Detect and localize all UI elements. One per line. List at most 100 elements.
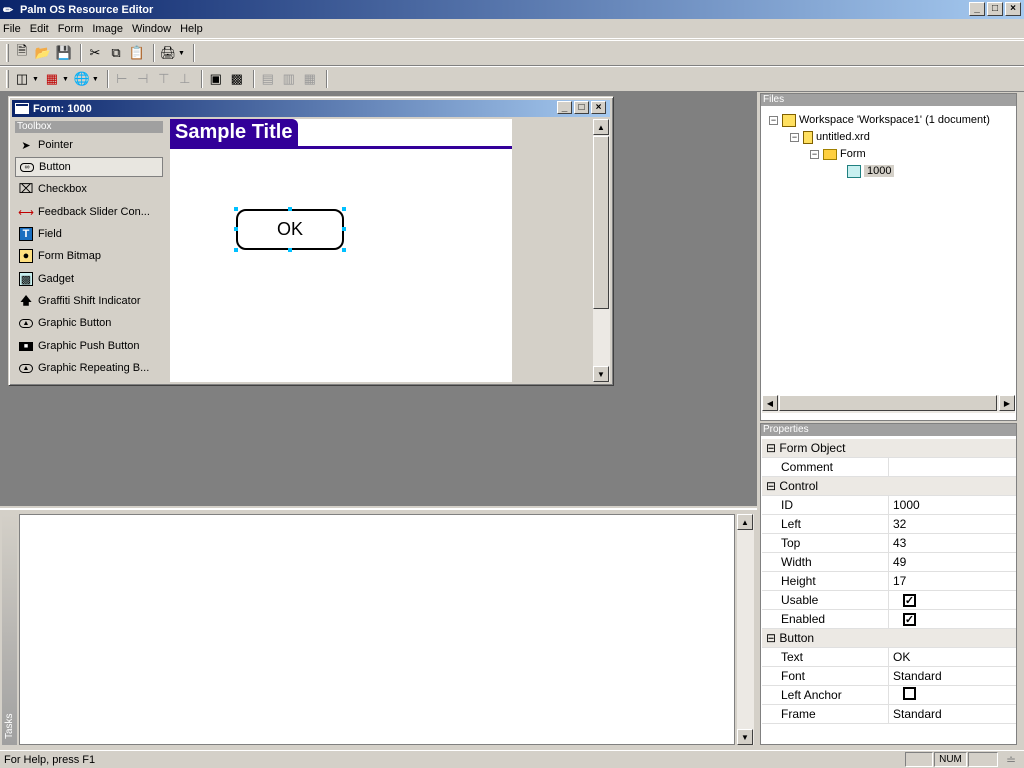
toolbox-item-feedback-slider[interactable]: ⟷ Feedback Slider Con... (15, 202, 163, 222)
toolbox-item-graphic-button[interactable]: ▲ Graphic Button (15, 313, 163, 333)
menu-help[interactable]: Help (180, 23, 203, 35)
property-row-left-anchor[interactable]: Left Anchor (762, 685, 1016, 705)
center-vertical-icon[interactable]: ▩ (228, 70, 246, 88)
new-icon[interactable]: 🗎 (13, 43, 31, 62)
open-icon[interactable]: 📂 (34, 44, 52, 62)
property-category-form-object[interactable]: ⊟ Form Object (762, 439, 1016, 458)
property-value[interactable]: Standard (889, 707, 942, 721)
property-value[interactable]: 1000 (889, 498, 920, 512)
chevron-down-icon[interactable]: ▼ (178, 50, 185, 57)
form-close-button[interactable]: × (591, 101, 606, 114)
scroll-right-icon[interactable]: ▶ (999, 395, 1015, 411)
toolbox-item-graffiti-shift[interactable]: 🡅 Graffiti Shift Indicator (15, 291, 163, 311)
globe-icon[interactable]: 🌐 (73, 70, 91, 88)
scroll-down-icon[interactable]: ▼ (593, 366, 609, 382)
toolbox-item-gadget[interactable]: ▩ Gadget (15, 269, 163, 289)
close-button[interactable]: × (1005, 2, 1021, 16)
chevron-down-icon[interactable]: ▼ (62, 76, 69, 83)
files-horizontal-scrollbar[interactable]: ◀ ▶ (762, 395, 1015, 413)
menu-image[interactable]: Image (92, 23, 123, 35)
space-down-icon[interactable]: ▥ (280, 70, 298, 88)
scroll-up-icon[interactable]: ▲ (593, 119, 609, 135)
property-category-button[interactable]: ⊟ Button (762, 629, 1016, 648)
scroll-thumb[interactable] (779, 395, 997, 411)
property-category-control[interactable]: ⊟ Control (762, 477, 1016, 496)
collapse-icon[interactable]: ⊟ (766, 479, 776, 493)
property-row-id[interactable]: ID 1000 (762, 495, 1016, 515)
align-left-icon[interactable]: ⊢ (113, 70, 131, 88)
property-value[interactable]: 32 (889, 517, 906, 531)
usable-checkbox[interactable]: ✓ (903, 594, 916, 607)
tree-item-form-1000[interactable]: 1000 (847, 163, 895, 179)
property-row-enabled[interactable]: Enabled ✓ (762, 609, 1016, 629)
resize-handle[interactable] (342, 248, 346, 252)
menu-edit[interactable]: Edit (30, 23, 49, 35)
tree-item-document[interactable]: − untitled.xrd (790, 129, 870, 145)
align-right-icon[interactable]: ⊣ (134, 70, 152, 88)
property-value[interactable]: OK (889, 650, 910, 664)
resize-handle[interactable] (342, 227, 346, 231)
form-window-title-bar[interactable]: Form: 1000 _ □ × (12, 100, 610, 117)
form-window[interactable]: Form: 1000 _ □ × Toolbox ➤ Pointer ∞ But… (8, 96, 614, 386)
toolbox-item-checkbox[interactable]: ⌧ Checkbox (15, 179, 163, 199)
toolbox-item-graphic-repeating-button[interactable]: ▲ Graphic Repeating B... (15, 358, 163, 378)
maximize-button[interactable]: □ (987, 2, 1003, 16)
align-bottom-icon[interactable]: ⊥ (176, 70, 194, 88)
paste-icon[interactable]: 📋 (128, 44, 146, 62)
layout-icon[interactable]: ◫ (13, 70, 31, 88)
resize-handle[interactable] (234, 227, 238, 231)
form-vertical-scrollbar[interactable]: ▲ ▼ (592, 119, 610, 382)
collapse-icon[interactable]: ⊟ (766, 441, 776, 455)
toolbar-grip[interactable] (6, 70, 9, 88)
tree-item-workspace[interactable]: − Workspace 'Workspace1' (1 document) (769, 112, 990, 128)
property-row-frame[interactable]: Frame Standard (762, 704, 1016, 724)
scroll-left-icon[interactable]: ◀ (762, 395, 778, 411)
property-value[interactable]: Standard (889, 669, 942, 683)
print-icon[interactable]: 🖨 (159, 44, 177, 62)
resize-handle[interactable] (234, 248, 238, 252)
form-canvas[interactable]: Sample Title OK (170, 119, 512, 382)
resize-handle[interactable] (288, 248, 292, 252)
menu-window[interactable]: Window (132, 23, 171, 35)
tasks-vertical-scrollbar[interactable]: ▲ ▼ (736, 514, 754, 745)
save-icon[interactable]: 💾 (55, 44, 73, 62)
property-row-height[interactable]: Height 17 (762, 571, 1016, 591)
toolbox-item-button[interactable]: ∞ Button (15, 157, 163, 177)
form-title-tab[interactable]: Sample Title (170, 119, 299, 147)
property-row-usable[interactable]: Usable ✓ (762, 590, 1016, 610)
scroll-thumb[interactable] (593, 136, 609, 309)
property-row-width[interactable]: Width 49 (762, 552, 1016, 572)
toolbar-grip[interactable] (6, 44, 9, 62)
collapse-icon[interactable]: ⊟ (766, 631, 776, 645)
property-row-top[interactable]: Top 43 (762, 533, 1016, 553)
collapse-icon[interactable]: − (810, 149, 819, 159)
tree-item-form-folder[interactable]: − Form (810, 146, 866, 162)
property-row-font[interactable]: Font Standard (762, 666, 1016, 686)
property-row-left[interactable]: Left 32 (762, 514, 1016, 534)
cut-icon[interactable]: ✂ (86, 44, 104, 62)
scroll-up-icon[interactable]: ▲ (737, 514, 753, 530)
color-icon[interactable]: ▦ (43, 70, 61, 88)
collapse-icon[interactable]: − (790, 132, 799, 142)
scroll-down-icon[interactable]: ▼ (737, 729, 753, 745)
copy-icon[interactable]: ⧉ (107, 44, 125, 62)
toolbox-item-graphic-push-button[interactable]: ■ Graphic Push Button (15, 336, 163, 356)
menu-form[interactable]: Form (58, 23, 84, 35)
enabled-checkbox[interactable]: ✓ (903, 613, 916, 626)
ok-button[interactable]: OK (234, 207, 346, 252)
property-row-comment[interactable]: Comment (762, 457, 1016, 477)
chevron-down-icon[interactable]: ▼ (32, 76, 39, 83)
form-minimize-button[interactable]: _ (557, 101, 572, 114)
left-anchor-checkbox[interactable] (903, 687, 916, 700)
resize-handle[interactable] (234, 207, 238, 211)
toolbox-item-form-bitmap[interactable]: ● Form Bitmap (15, 246, 163, 266)
align-top-icon[interactable]: ⊤ (155, 70, 173, 88)
grid-icon[interactable]: ▦ (301, 70, 319, 88)
menu-file[interactable]: File (3, 23, 21, 35)
space-across-icon[interactable]: ▤ (259, 70, 277, 88)
minimize-button[interactable]: _ (969, 2, 985, 16)
resize-handle[interactable] (288, 207, 292, 211)
toolbox-item-field[interactable]: T Field (15, 224, 163, 244)
property-value[interactable]: 49 (889, 555, 906, 569)
chevron-down-icon[interactable]: ▼ (92, 76, 99, 83)
